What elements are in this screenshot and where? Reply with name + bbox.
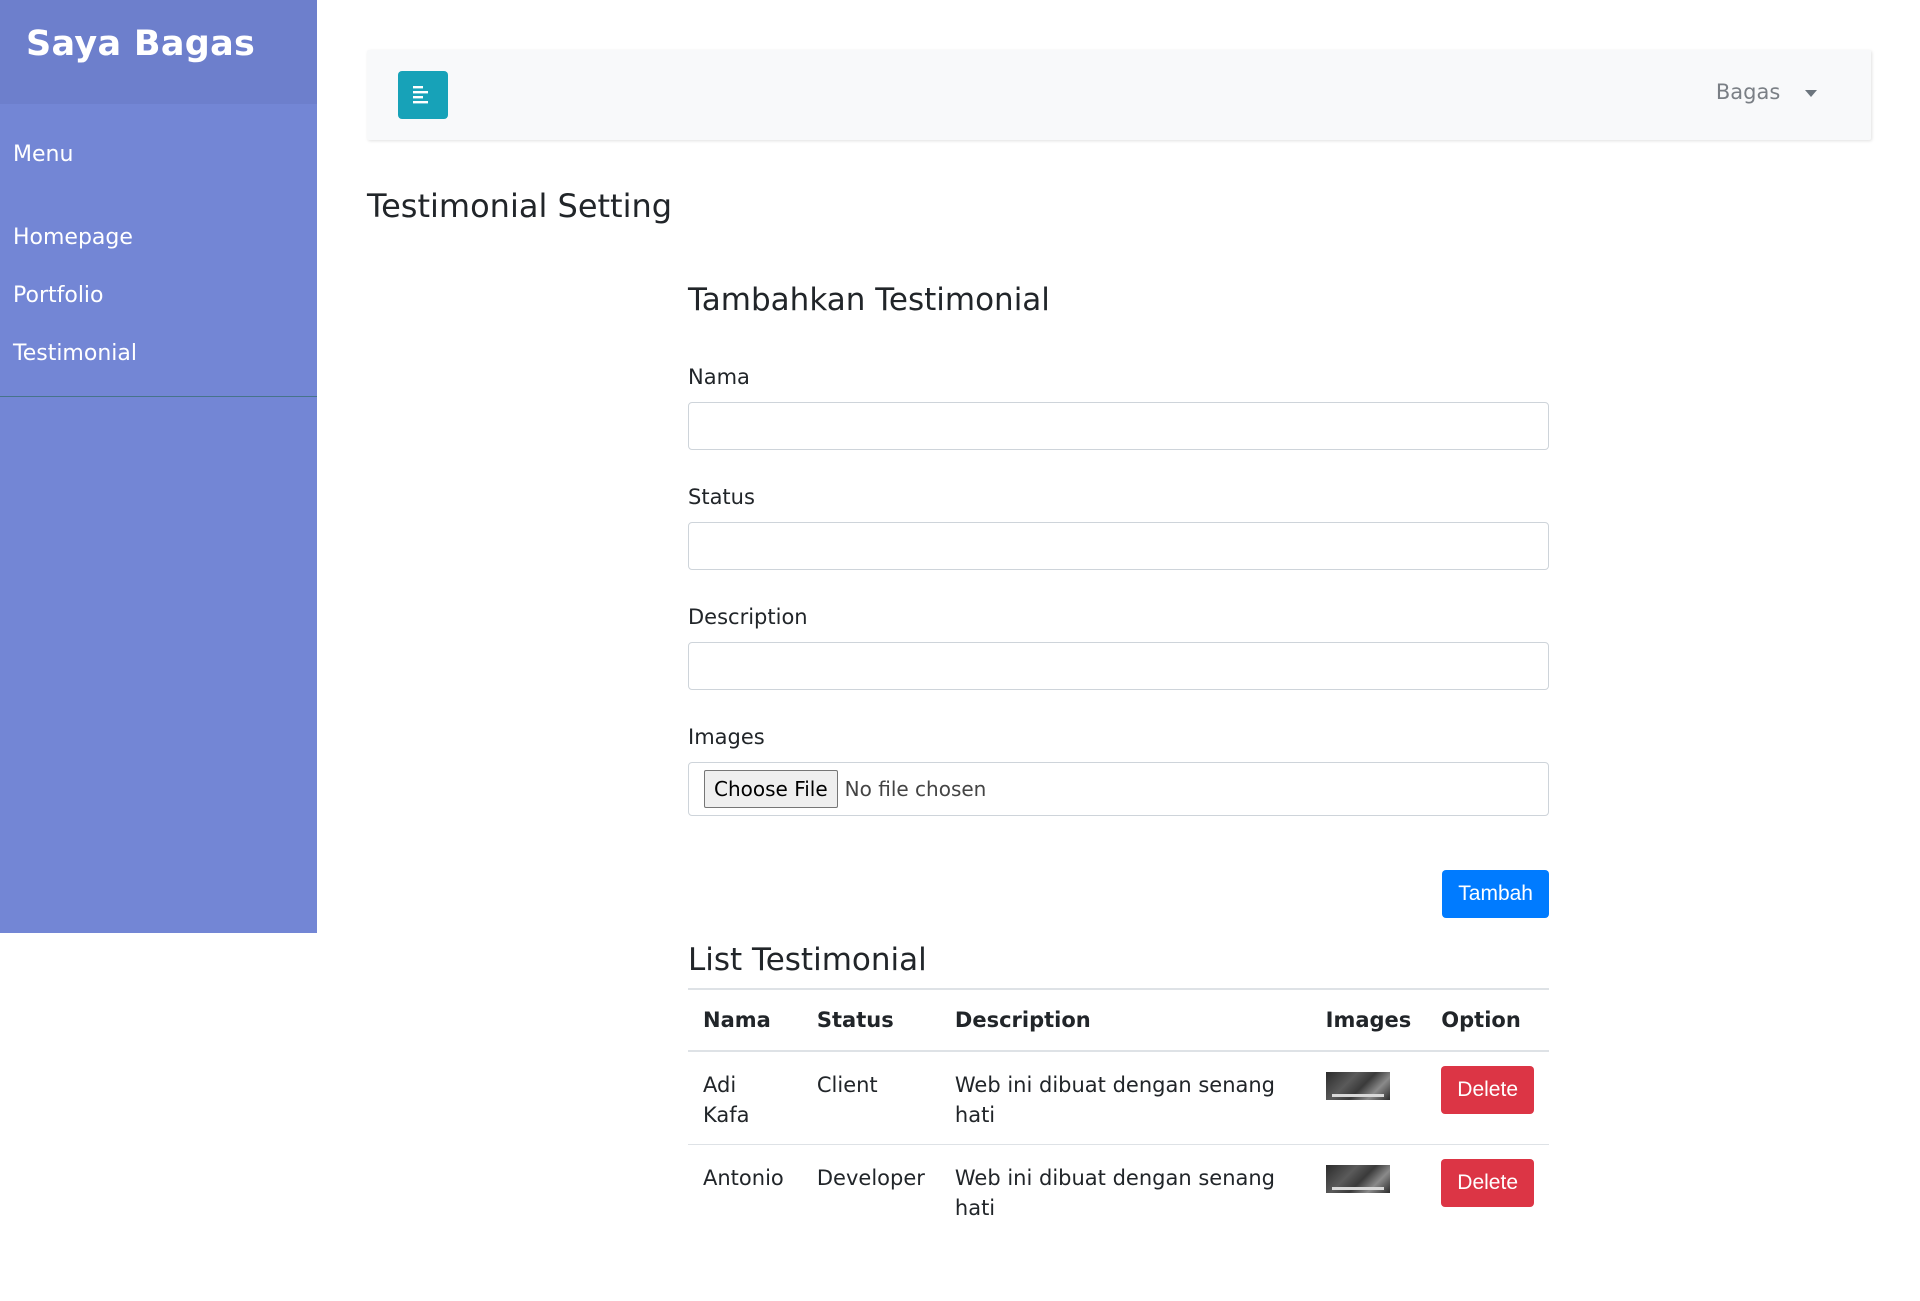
delete-button[interactable]: Delete xyxy=(1441,1066,1534,1114)
thumbnail-image xyxy=(1325,1072,1390,1100)
cell-option: Delete xyxy=(1426,1051,1549,1145)
nama-input[interactable] xyxy=(688,402,1549,450)
choose-file-button[interactable]: Choose File xyxy=(704,770,838,808)
sidebar-nav: Menu Homepage Portfolio Testimonial xyxy=(0,104,317,397)
file-status-text: No file chosen xyxy=(844,777,987,801)
images-file-input[interactable]: Choose File No file chosen xyxy=(688,762,1549,816)
thumbnail-image xyxy=(1325,1165,1390,1193)
sidebar-item-homepage[interactable]: Homepage xyxy=(0,224,317,282)
cell-nama: Adi Kafa xyxy=(688,1051,802,1145)
column-header-images: Images xyxy=(1310,988,1427,1052)
sidebar-menu-heading: Menu xyxy=(13,142,74,167)
cell-image xyxy=(1310,1051,1427,1145)
table-row: Antonio Developer Web ini dibuat dengan … xyxy=(688,1145,1549,1238)
status-label: Status xyxy=(688,485,755,509)
images-label: Images xyxy=(688,725,765,749)
user-dropdown[interactable]: Bagas xyxy=(1716,80,1817,104)
caret-down-icon xyxy=(1805,89,1817,97)
sidebar-item-testimonial[interactable]: Testimonial xyxy=(0,340,317,396)
brand-title: Saya Bagas xyxy=(26,24,256,64)
nama-group: Nama xyxy=(688,360,1549,450)
list-heading: List Testimonial xyxy=(688,942,927,978)
page-title: Testimonial Setting xyxy=(367,187,673,225)
description-label: Description xyxy=(688,605,808,629)
submit-row: Tambah xyxy=(688,846,1549,936)
table-header-row: Nama Status Description Images Option xyxy=(688,988,1549,1052)
user-name: Bagas xyxy=(1715,80,1781,104)
description-group: Description xyxy=(688,600,1549,690)
top-navbar: Bagas xyxy=(367,50,1871,140)
column-header-nama: Nama xyxy=(688,988,802,1052)
cell-option: Delete xyxy=(1426,1145,1549,1238)
cell-status: Client xyxy=(801,1051,940,1145)
status-group: Status xyxy=(688,480,1549,570)
cell-nama: Antonio xyxy=(703,1166,784,1190)
testimonial-table: Nama Status Description Images Option Ad… xyxy=(688,988,1549,1237)
table-row: Adi Kafa Client Web ini dibuat dengan se… xyxy=(688,1051,1549,1145)
align-left-icon xyxy=(413,86,428,104)
sidebar-toggle-button[interactable] xyxy=(398,71,448,119)
column-header-option: Option xyxy=(1426,988,1549,1052)
column-header-status: Status xyxy=(801,988,940,1052)
nama-label: Nama xyxy=(688,365,750,389)
cell-description: Web ini dibuat dengan senang hati xyxy=(939,1051,1311,1145)
sidebar-item-portfolio[interactable]: Portfolio xyxy=(0,282,317,340)
testimonial-panel: Tambahkan Testimonial Nama Status Descri… xyxy=(688,282,1549,1237)
cell-description: Web ini dibuat dengan senang hati xyxy=(954,1166,1276,1220)
status-input[interactable] xyxy=(688,522,1549,570)
sidebar: Saya Bagas Menu Homepage Portfolio Testi… xyxy=(0,0,317,933)
delete-button[interactable]: Delete xyxy=(1441,1159,1534,1207)
cell-status: Developer xyxy=(816,1166,925,1190)
cell-image xyxy=(1311,1145,1427,1238)
tambah-button[interactable]: Tambah xyxy=(1442,870,1549,918)
form-heading: Tambahkan Testimonial xyxy=(688,282,1050,318)
description-input[interactable] xyxy=(688,642,1549,690)
images-group: Images Choose File No file chosen xyxy=(688,720,1549,816)
column-header-description: Description xyxy=(939,988,1311,1052)
sidebar-header: Saya Bagas xyxy=(0,0,317,104)
